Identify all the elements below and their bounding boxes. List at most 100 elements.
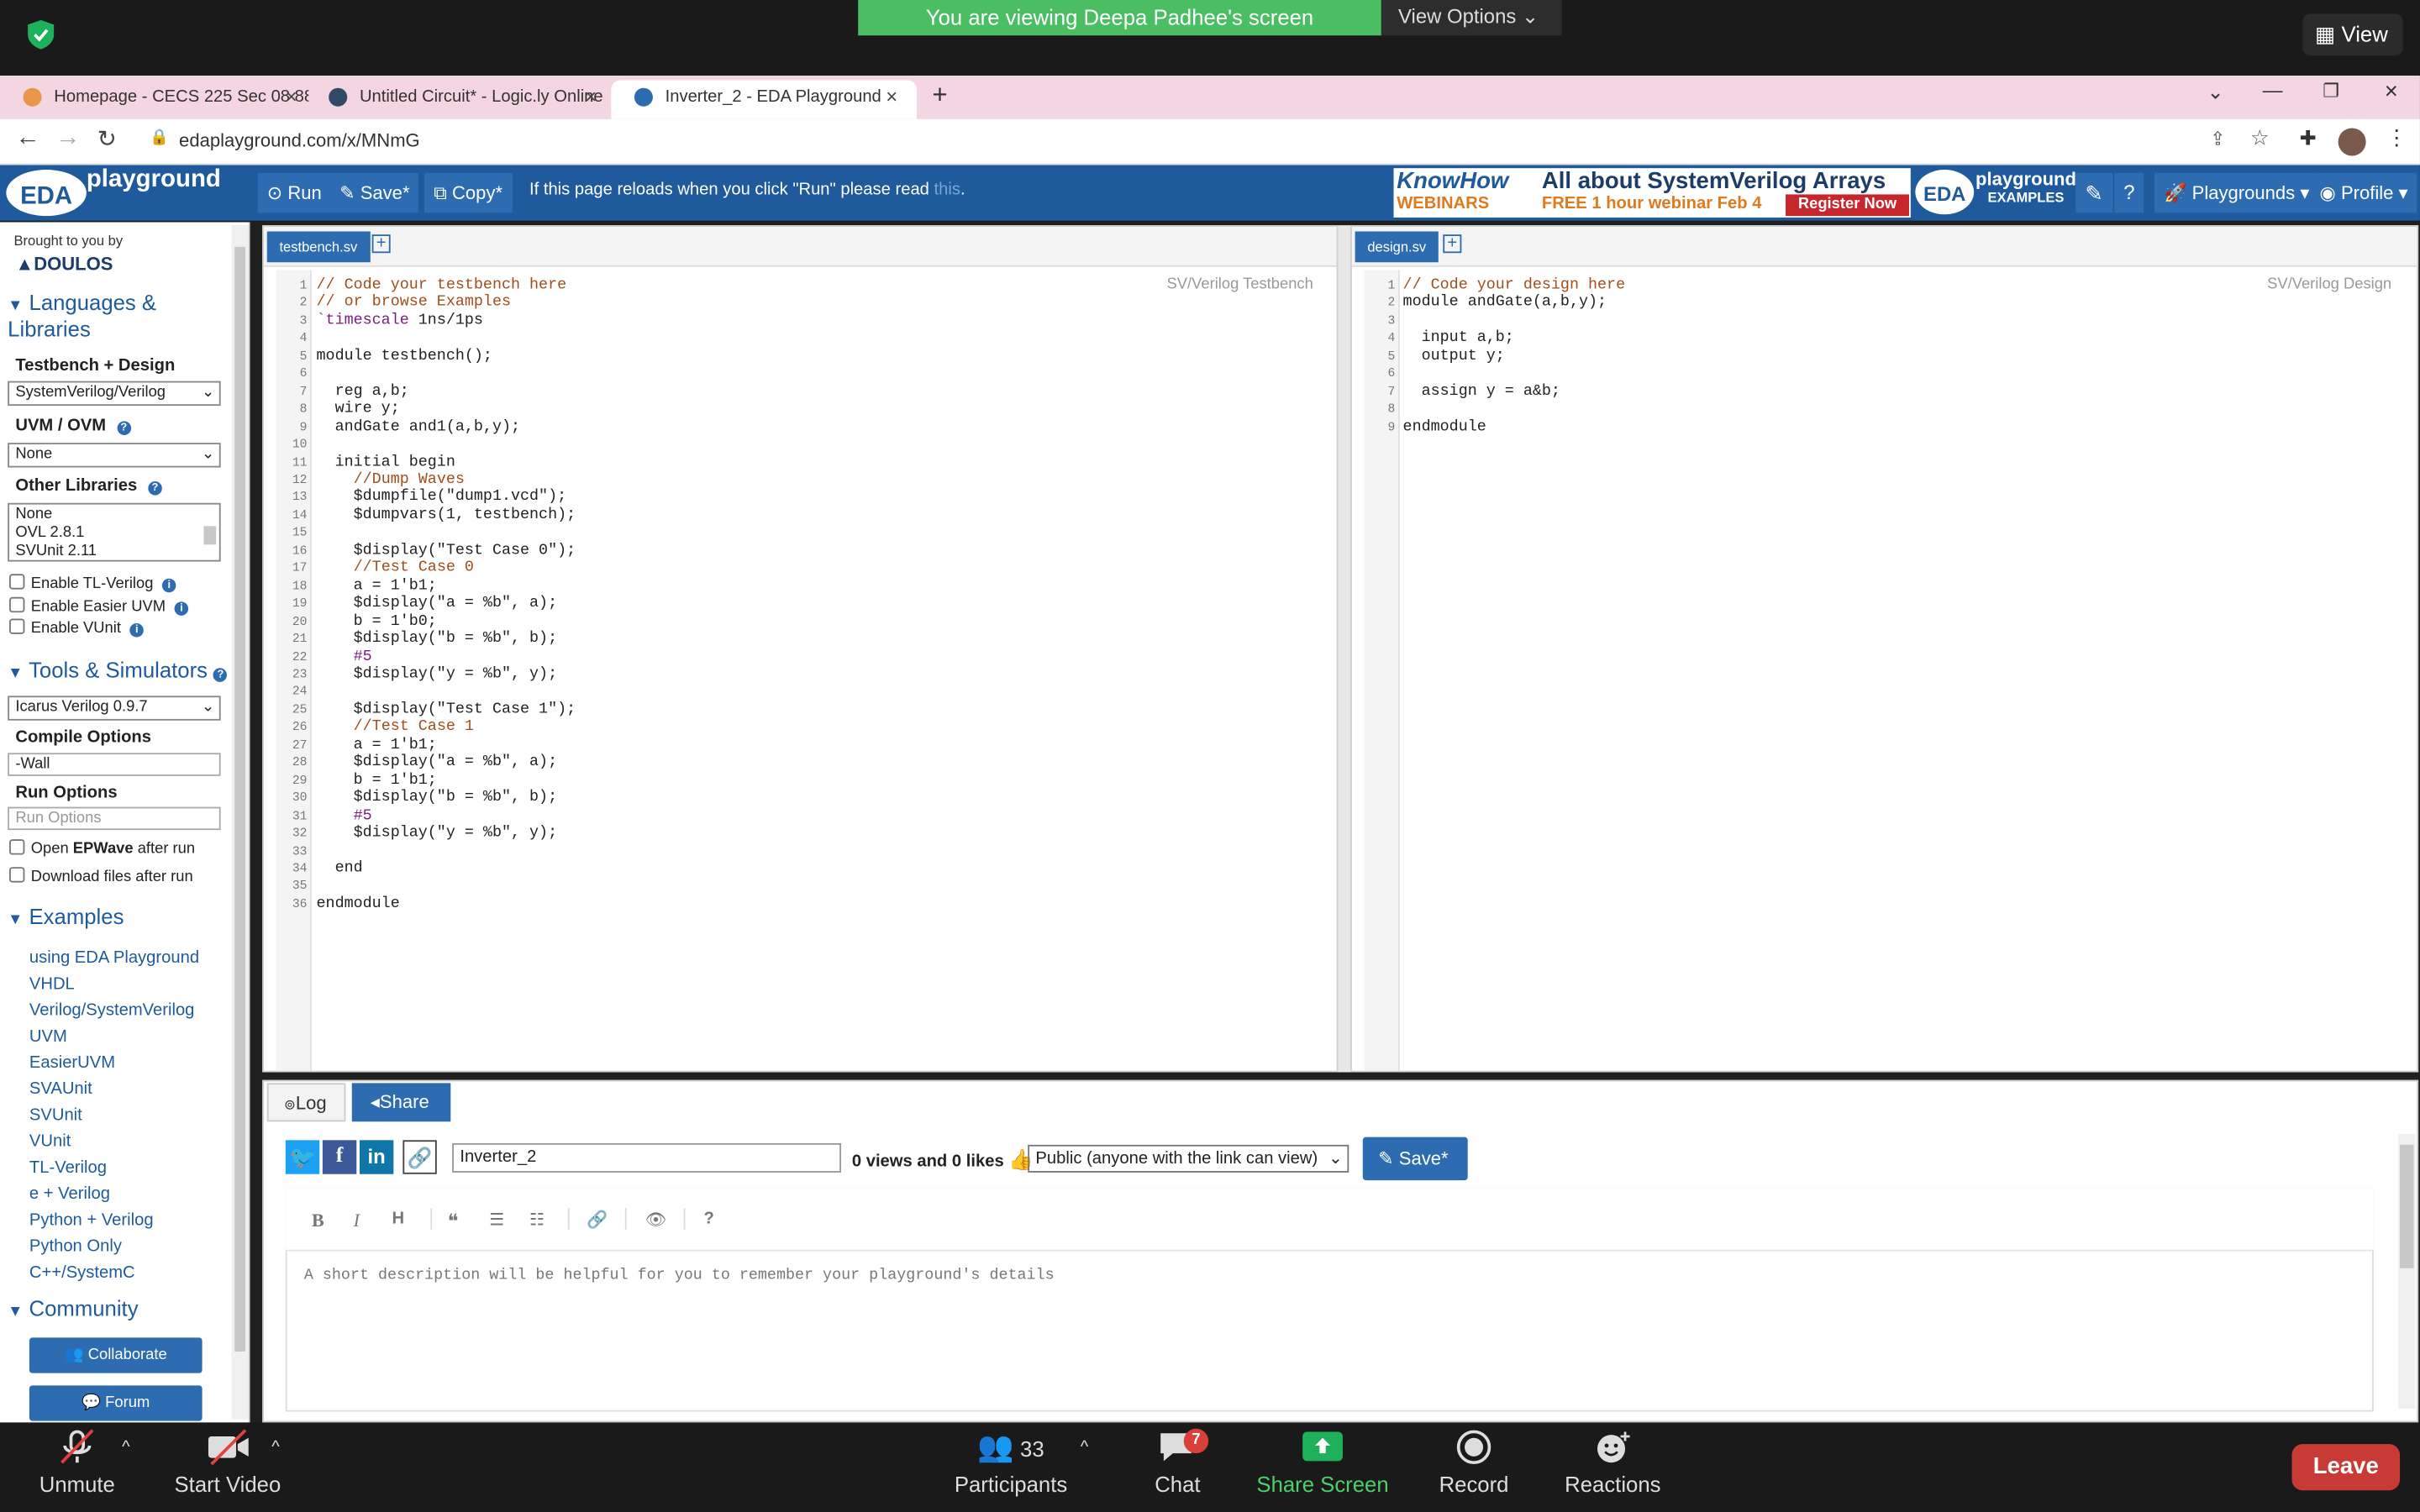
design-code[interactable]: // Code your design here module andGate(… <box>1403 278 1626 437</box>
add-file-icon[interactable]: + <box>1443 234 1462 254</box>
example-link[interactable]: UVM <box>29 1025 199 1051</box>
listbox-scrollbar[interactable] <box>203 526 217 545</box>
heading-icon[interactable]: H <box>392 1210 405 1228</box>
eda-logo[interactable]: EDA <box>6 170 87 217</box>
testbench-tab[interactable]: testbench.sv <box>266 231 370 263</box>
uvm-select[interactable]: None ⌄ <box>8 443 221 468</box>
example-link[interactable]: VUnit <box>29 1129 199 1155</box>
example-link[interactable]: Python Only <box>29 1234 199 1260</box>
list-item[interactable]: OVL 2.8.1 <box>15 524 218 543</box>
participants-button[interactable]: 👥 33 Participants <box>950 1429 1073 1496</box>
url-field[interactable]: edaplayground.com/x/MNmG <box>179 129 420 151</box>
ad-register-button[interactable]: Register Now <box>1786 194 1909 217</box>
log-tab[interactable]: ⊚Log <box>266 1083 346 1122</box>
info-icon[interactable]: i <box>162 578 176 593</box>
bullet-list-icon[interactable]: ☰ <box>489 1210 504 1230</box>
examples-logo-words[interactable]: playground EXAMPLES <box>1975 170 2076 207</box>
bottom-panel-scrollbar-thumb[interactable] <box>2400 1144 2414 1268</box>
checkbox-box[interactable] <box>9 618 25 634</box>
close-tab-icon[interactable]: × <box>286 81 297 114</box>
markdown-help-icon[interactable]: ? <box>704 1210 714 1228</box>
leave-button[interactable]: Leave <box>2291 1444 2401 1491</box>
editor-splitter[interactable] <box>1338 225 1351 1073</box>
window-close-icon[interactable]: × <box>2385 79 2398 105</box>
view-button[interactable]: ▦ View <box>2302 13 2403 56</box>
preview-eye-icon[interactable]: 👁 <box>645 1210 667 1230</box>
reload-icon[interactable]: ↻ <box>97 125 117 153</box>
quote-icon[interactable]: ❝ <box>448 1210 459 1234</box>
knowhow-ad-banner[interactable]: KnowHow WEBINARS All about SystemVerilog… <box>1393 168 1911 218</box>
edit-icon[interactable]: ✎ <box>2075 172 2112 213</box>
add-file-icon[interactable]: + <box>371 234 391 254</box>
info-icon[interactable]: i <box>174 601 189 616</box>
list-item[interactable]: None <box>15 506 218 524</box>
share-page-icon[interactable]: ⇪ <box>2210 128 2225 150</box>
profile-menu[interactable]: ◉ Profile ▾ <box>2310 172 2417 213</box>
enable-vunit-checkbox[interactable]: Enable VUnit i <box>9 618 145 638</box>
help-circle-icon[interactable]: ? <box>117 421 131 435</box>
tab-search-icon[interactable]: ⌄ <box>2207 81 2223 105</box>
simulator-select[interactable]: Icarus Verilog 0.9.7 ⌄ <box>8 696 221 721</box>
close-tab-icon[interactable]: × <box>585 81 597 114</box>
languages-section-header[interactable]: ▼ Languages & Libraries <box>8 291 208 341</box>
help-icon[interactable]: ? <box>2114 172 2144 213</box>
playground-name-input[interactable]: Inverter_2 <box>452 1142 842 1173</box>
share-save-button[interactable]: ✎ Save* <box>1362 1137 1468 1181</box>
tools-section-header[interactable]: ▼ Tools & Simulators ? <box>8 657 228 682</box>
example-link[interactable]: SVUnit <box>29 1103 199 1129</box>
design-editor[interactable]: design.sv + 1 2 3 4 5 6 7 8 9 // Code yo… <box>1350 225 2419 1073</box>
bookmark-star-icon[interactable]: ☆ <box>2250 125 2270 151</box>
visibility-select[interactable]: Public (anyone with the link can view) ⌄ <box>1028 1144 1349 1173</box>
video-options-caret-icon[interactable]: ^ <box>271 1438 279 1457</box>
browser-menu-icon[interactable]: ⋮ <box>2386 125 2408 151</box>
example-link[interactable]: using EDA Playground <box>29 946 199 972</box>
chat-button[interactable]: Chat 7 <box>1142 1428 1213 1497</box>
reactions-button[interactable]: Reactions <box>1559 1429 1667 1497</box>
forum-button[interactable]: 💬 Forum <box>29 1385 203 1421</box>
copy-link-icon[interactable]: 🔗 <box>402 1140 437 1174</box>
start-video-button[interactable]: Start Video <box>170 1429 286 1497</box>
compile-options-input[interactable]: -Wall <box>8 753 221 776</box>
info-icon[interactable]: i <box>129 623 145 638</box>
community-section-header[interactable]: ▼ Community <box>8 1296 138 1320</box>
examples-logo[interactable]: EDA <box>1915 170 1975 215</box>
share-screen-button[interactable]: Share Screen <box>1253 1429 1392 1497</box>
copy-button[interactable]: ⧉ Copy* <box>424 172 513 213</box>
testbench-design-select[interactable]: SystemVerilog/Verilog ⌄ <box>8 381 221 407</box>
record-button[interactable]: Record <box>1428 1429 1520 1497</box>
example-link[interactable]: EasierUVM <box>29 1051 199 1077</box>
save-button[interactable]: ✎ Save* <box>330 172 419 213</box>
enable-tl-verilog-checkbox[interactable]: Enable TL-Verilog i <box>9 574 176 593</box>
examples-section-header[interactable]: ▼ Examples <box>8 904 124 928</box>
playgrounds-menu[interactable]: 🚀 Playgrounds ▾ <box>2154 172 2319 213</box>
checkbox-box[interactable] <box>9 867 25 883</box>
checkbox-box[interactable] <box>9 839 25 855</box>
italic-icon[interactable]: I <box>354 1210 360 1233</box>
close-tab-icon[interactable]: × <box>886 81 897 114</box>
participants-caret-icon[interactable]: ^ <box>1081 1438 1088 1457</box>
restore-icon[interactable]: ❐ <box>2323 81 2339 102</box>
other-libraries-listbox[interactable]: None OVL 2.8.1 SVUnit 2.11 <box>8 502 221 562</box>
example-link[interactable]: VHDL <box>29 972 199 998</box>
list-item[interactable]: SVUnit 2.11 <box>15 543 218 562</box>
design-tab[interactable]: design.sv <box>1355 231 1439 263</box>
run-button[interactable]: ⊙ Run <box>257 172 331 213</box>
view-options-button[interactable]: View Options ⌄ <box>1381 0 1562 36</box>
checkbox-box[interactable] <box>9 596 25 613</box>
twitter-icon[interactable]: 🐦 <box>285 1140 320 1174</box>
numbered-list-icon[interactable]: ☷ <box>529 1210 544 1230</box>
bold-icon[interactable]: B <box>312 1210 324 1233</box>
testbench-editor[interactable]: testbench.sv + 1 2 3 4 5 6 7 8 9 10 11 1… <box>262 225 1339 1073</box>
extensions-icon[interactable]: ✚ <box>2300 127 2317 151</box>
collaborate-button[interactable]: 👥 Collaborate <box>29 1337 203 1373</box>
example-link[interactable]: e + Verilog <box>29 1182 199 1208</box>
checkbox-box[interactable] <box>9 574 25 590</box>
doulos-logo[interactable]: ▲DOULOS <box>15 253 113 275</box>
facebook-icon[interactable]: f <box>322 1140 357 1174</box>
audio-options-caret-icon[interactable]: ^ <box>122 1438 129 1457</box>
forward-icon[interactable]: → <box>55 125 80 153</box>
browser-tab-homepage[interactable]: Homepage - CECS 225 Sec 08 88 × <box>0 81 308 119</box>
back-icon[interactable]: ← <box>15 125 39 153</box>
reload-note-link[interactable]: this <box>934 181 960 199</box>
linkedin-icon[interactable]: in <box>359 1140 394 1174</box>
